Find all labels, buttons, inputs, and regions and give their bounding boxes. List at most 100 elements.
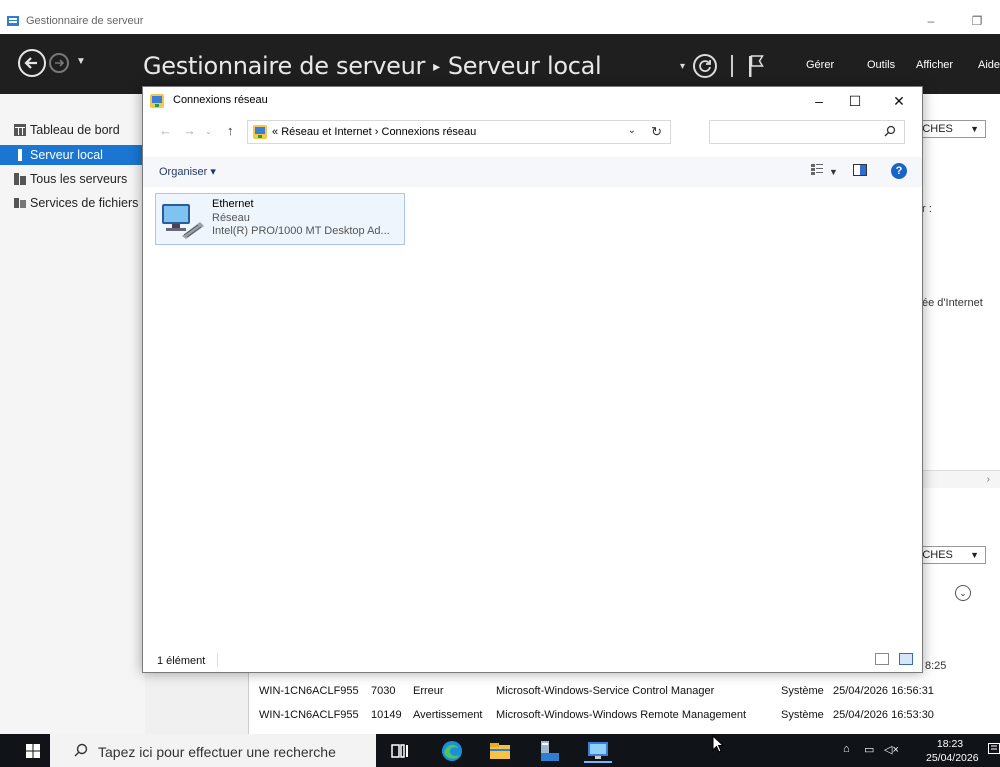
tray-network-icon[interactable]: ⌂ bbox=[843, 743, 850, 755]
address-history-dropdown-icon[interactable]: ⌄ bbox=[628, 125, 636, 136]
refresh-icon bbox=[699, 60, 711, 72]
adapter-device: Intel(R) PRO/1000 MT Desktop Ad... bbox=[212, 225, 390, 237]
nav-item-all-servers[interactable]: Tous les serveurs bbox=[0, 169, 145, 189]
breadcrumb-separator: ▸ bbox=[433, 59, 440, 75]
windows-start-icon[interactable] bbox=[26, 744, 40, 758]
recent-locations-icon[interactable]: ⌄ bbox=[205, 127, 212, 136]
arrow-right-icon bbox=[55, 59, 65, 67]
network-window-title: Connexions réseau bbox=[173, 94, 268, 106]
back-button[interactable] bbox=[18, 49, 46, 77]
maximize-button[interactable]: ☐ bbox=[832, 87, 878, 115]
large-icons-view-icon[interactable] bbox=[899, 653, 913, 665]
event-severity: Avertissement bbox=[413, 709, 483, 721]
nav-item-label: Services de fichiers et de stockage bbox=[30, 196, 145, 210]
help-icon[interactable]: ? bbox=[891, 163, 907, 179]
status-bar: 1 élément bbox=[143, 647, 922, 674]
forward-arrow-icon[interactable]: → bbox=[183, 123, 196, 138]
background-properties-panel bbox=[910, 94, 1000, 734]
tray-volume-muted-icon[interactable]: ◁× bbox=[884, 743, 899, 756]
tray-display-icon[interactable]: ▭ bbox=[864, 743, 874, 756]
search-icon bbox=[74, 743, 88, 757]
minimize-button[interactable]: – bbox=[908, 8, 954, 34]
servers-icon bbox=[14, 173, 26, 185]
property-fragment: r : bbox=[922, 203, 932, 215]
event-id: 10149 bbox=[371, 709, 402, 721]
server-manager-titlebar: Gestionnaire de serveur – ❐ bbox=[0, 8, 1000, 34]
taskbar-search-placeholder: Tapez ici pour effectuer une recherche bbox=[98, 744, 336, 760]
address-overflow[interactable]: « bbox=[272, 126, 278, 138]
up-arrow-icon[interactable]: ↑ bbox=[227, 123, 234, 138]
network-connections-icon bbox=[150, 94, 164, 108]
task-view-icon[interactable] bbox=[388, 739, 412, 763]
taskbar-clock[interactable]: 18:23 25/04/2026 bbox=[926, 737, 979, 765]
server-manager-taskbar-icon[interactable] bbox=[538, 739, 562, 763]
left-navigation: Tableau de bord Serveur local Tous les s… bbox=[0, 94, 145, 734]
file-storage-icon bbox=[14, 198, 26, 208]
refresh-icon[interactable]: ↻ bbox=[651, 124, 662, 140]
menu-tools[interactable]: Outils bbox=[867, 59, 895, 71]
restore-button[interactable]: ❐ bbox=[954, 8, 1000, 34]
horizontal-scrollbar[interactable]: › bbox=[910, 470, 1000, 488]
refresh-dropdown-icon[interactable]: ▾ bbox=[680, 61, 685, 72]
view-options-dropdown-icon[interactable]: ▼ bbox=[829, 167, 838, 177]
details-view-icon[interactable] bbox=[875, 653, 889, 665]
search-input[interactable] bbox=[709, 120, 905, 144]
menu-manage[interactable]: Gérer bbox=[806, 59, 834, 71]
header-divider bbox=[731, 55, 734, 77]
ethernet-adapter-item[interactable]: Ethernet Réseau Intel(R) PRO/1000 MT Des… bbox=[155, 193, 405, 245]
command-bar: Organiser ▾ ▼ ? bbox=[143, 157, 922, 187]
notifications-flag-icon[interactable] bbox=[747, 54, 765, 78]
breadcrumb-root: Gestionnaire de serveur bbox=[143, 52, 426, 80]
edge-browser-icon[interactable] bbox=[440, 739, 464, 763]
nav-item-dashboard[interactable]: Tableau de bord bbox=[0, 120, 145, 140]
status-divider bbox=[217, 653, 218, 667]
server-manager-icon bbox=[6, 14, 20, 28]
forward-button[interactable] bbox=[49, 53, 69, 73]
address-row: ← → ⌄ ↑ « Réseau et Internet › Connexion… bbox=[143, 117, 922, 147]
nav-item-file-services[interactable]: Services de fichiers et de stockage bbox=[0, 193, 145, 213]
clock-time: 18:23 bbox=[936, 738, 964, 750]
notification-center-icon[interactable] bbox=[988, 743, 1000, 757]
address-separator[interactable]: › bbox=[375, 126, 379, 138]
item-count: 1 élément bbox=[157, 655, 206, 667]
event-id: 7030 bbox=[371, 685, 396, 697]
change-view-icon[interactable] bbox=[811, 164, 823, 179]
refresh-button[interactable] bbox=[693, 54, 718, 78]
taskbar-search-box[interactable]: Tapez ici pour effectuer une recherche bbox=[50, 734, 376, 767]
dashboard-icon bbox=[14, 124, 26, 136]
expand-icon[interactable]: ⌄ bbox=[955, 585, 971, 601]
nav-item-label: Tableau de bord bbox=[30, 123, 120, 137]
window-title: Gestionnaire de serveur bbox=[26, 15, 144, 27]
menu-view[interactable]: Afficher bbox=[916, 59, 953, 71]
file-explorer-icon[interactable] bbox=[488, 739, 512, 763]
network-adapter-icon bbox=[162, 204, 204, 239]
chevron-down-icon: ▼ bbox=[970, 124, 979, 134]
address-bar[interactable]: « Réseau et Internet › Connexions réseau… bbox=[247, 120, 671, 144]
scroll-right-icon[interactable]: › bbox=[987, 474, 990, 485]
top-strip bbox=[0, 0, 1000, 8]
menu-help[interactable]: Aide bbox=[978, 59, 1000, 71]
breadcrumb-page: Serveur local bbox=[447, 52, 602, 80]
nav-item-local-server[interactable]: Serveur local bbox=[0, 145, 145, 165]
adapter-network: Réseau bbox=[212, 212, 250, 224]
organize-button[interactable]: Organiser ▾ bbox=[159, 165, 216, 178]
address-crumb-current[interactable]: Connexions réseau bbox=[382, 126, 477, 138]
chevron-down-icon: ▼ bbox=[970, 550, 979, 560]
property-fragment: ée d'Internet bbox=[922, 297, 983, 309]
back-arrow-icon[interactable]: ← bbox=[159, 123, 172, 138]
history-dropdown-icon[interactable]: ▼ bbox=[76, 56, 86, 67]
page-breadcrumb: Gestionnaire de serveur ▸ Serveur local bbox=[143, 52, 602, 80]
nav-item-label: Serveur local bbox=[30, 148, 103, 162]
event-log: Système bbox=[781, 709, 824, 721]
event-server: WIN-1CN6ACLF955 bbox=[259, 709, 359, 721]
address-crumb-parent[interactable]: Réseau et Internet bbox=[281, 126, 372, 138]
adapter-name: Ethernet bbox=[212, 198, 254, 210]
network-connections-taskbar-item[interactable] bbox=[584, 739, 612, 763]
event-date: 25/04/2026 16:56:31 bbox=[833, 685, 934, 697]
clock-date: 25/04/2026 bbox=[926, 752, 979, 764]
event-source: Microsoft-Windows-Windows Remote Managem… bbox=[496, 709, 747, 721]
preview-pane-icon[interactable] bbox=[853, 164, 867, 179]
close-button[interactable]: ✕ bbox=[876, 87, 922, 115]
network-window-titlebar: Connexions réseau – ☐ ✕ bbox=[143, 87, 922, 115]
taskbar: Tapez ici pour effectuer une recherche ⌂… bbox=[0, 734, 1000, 767]
